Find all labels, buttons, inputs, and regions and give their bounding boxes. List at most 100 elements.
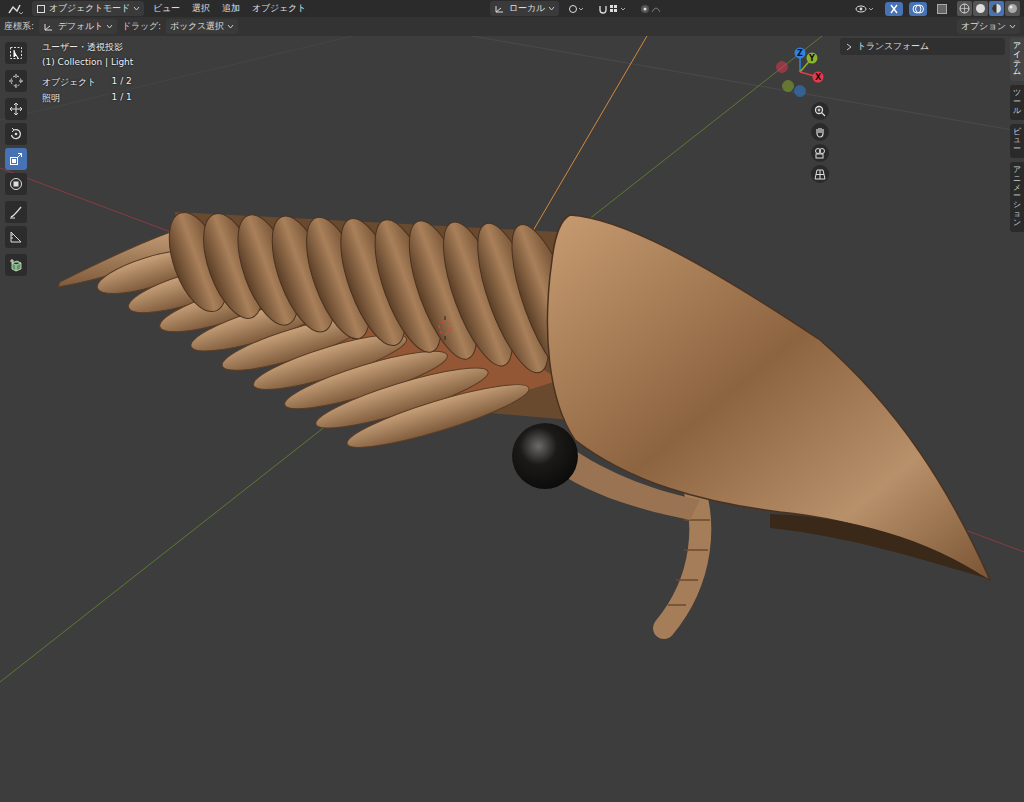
collapsed-icon: [845, 43, 853, 51]
ortho-button[interactable]: [811, 165, 829, 183]
tool-button[interactable]: [5, 123, 27, 145]
chevron-icon: [133, 6, 140, 11]
tool-button[interactable]: [5, 98, 27, 120]
proportional-button[interactable]: [637, 3, 671, 15]
transform-icon: [9, 177, 23, 191]
gizmo-axis[interactable]: Z: [795, 48, 806, 59]
sidebar-tabs: アイテムツールビューアニメーション: [1010, 38, 1024, 232]
viewport-info: ユーザー・透視投影 (1) Collection | Light オブジェクト …: [42, 41, 133, 105]
object-mode-icon: [36, 4, 46, 14]
tool-button[interactable]: [5, 226, 27, 248]
sidebar-tab[interactable]: アイテム: [1010, 38, 1024, 81]
sidebar-tab[interactable]: アニメーション: [1010, 162, 1024, 232]
overlay-icon: [912, 3, 924, 15]
camera-icon: [814, 147, 826, 159]
hand-icon: [814, 126, 826, 138]
stat-value: 1 / 1: [112, 92, 134, 105]
orientation-dropdown[interactable]: ローカル: [490, 1, 559, 16]
view-name: ユーザー・透視投影: [42, 41, 133, 54]
material-shading-icon: [991, 3, 1002, 14]
drag-label: ドラッグ:: [122, 20, 161, 33]
camera-button[interactable]: [811, 144, 829, 162]
orientation-setting-dropdown[interactable]: デフォルト: [39, 19, 117, 34]
menu-item[interactable]: 選択: [189, 2, 213, 15]
stat-value: 1 / 2: [112, 76, 134, 89]
pivot-icon: [568, 4, 586, 14]
tool-settings-bar: 座標系: デフォルト ドラッグ: ボックス選択 オプション: [0, 17, 1024, 36]
svg-text:Z: Z: [797, 49, 803, 58]
selectability-button[interactable]: [851, 3, 879, 15]
rendered-shading-icon: [1007, 3, 1018, 14]
cursor-icon: [9, 74, 23, 88]
svg-text:X: X: [815, 73, 822, 82]
chevron-icon: [106, 24, 113, 29]
orientation-label: 座標系:: [4, 20, 34, 33]
menu-item[interactable]: オブジェクト: [249, 2, 309, 15]
drag-dropdown[interactable]: ボックス選択: [166, 19, 238, 34]
chevron-icon: [548, 6, 555, 11]
3d-viewport[interactable]: ユーザー・透視投影 (1) Collection | Light オブジェクト …: [0, 36, 1024, 802]
shading-group: [957, 1, 1020, 16]
sidebar-tab[interactable]: ツール: [1010, 85, 1024, 119]
gizmo-axis[interactable]: Y: [807, 53, 818, 64]
rotate-icon: [9, 127, 23, 141]
gizmo-axis[interactable]: X: [813, 72, 824, 83]
measure-icon: [9, 230, 23, 244]
blender-window: オブジェクトモード ビュー選択追加オブジェクト ローカル 座標系: デフォルト …: [0, 0, 1024, 802]
stat-label: オブジェクト: [42, 76, 98, 89]
tool-button[interactable]: [5, 42, 27, 64]
stat-label: 照明: [42, 92, 98, 105]
tool-button[interactable]: [5, 148, 27, 170]
tool-button[interactable]: [5, 201, 27, 223]
shading-button[interactable]: [973, 1, 988, 16]
chevron-icon: [1009, 24, 1016, 29]
select-icon: [9, 46, 23, 60]
pan-button[interactable]: [811, 123, 829, 141]
svg-text:Y: Y: [808, 54, 815, 63]
menu-item[interactable]: 追加: [219, 2, 243, 15]
tool-button[interactable]: [5, 173, 27, 195]
shading-button[interactable]: [989, 1, 1004, 16]
navigation-buttons: [811, 102, 829, 183]
grid-icon: [814, 168, 826, 180]
toolbar: [5, 42, 27, 276]
proportional-icon: [640, 4, 668, 14]
zoom-button[interactable]: [811, 102, 829, 120]
navigation-gizmo[interactable]: ZY X: [770, 40, 830, 100]
options-dropdown[interactable]: オプション: [957, 19, 1020, 34]
shading-button[interactable]: [957, 1, 972, 16]
gizmo-icon: [888, 3, 900, 15]
zoom-icon: [814, 105, 826, 117]
menu-item[interactable]: ビュー: [150, 2, 183, 15]
move-icon: [9, 102, 23, 116]
scene-stats: オブジェクト 1 / 2 照明 1 / 1: [42, 76, 133, 105]
mode-dropdown[interactable]: オブジェクトモード: [32, 1, 144, 16]
shading-button[interactable]: [1005, 1, 1020, 16]
orientation-icon: [43, 22, 55, 32]
pivot-button[interactable]: [565, 3, 589, 15]
gizmo-toggle[interactable]: [885, 2, 903, 16]
annotate-icon: [9, 205, 23, 219]
snap-button[interactable]: [595, 3, 631, 15]
eye-cursor-icon: [854, 4, 876, 14]
editor-type-icon: [7, 3, 23, 15]
collection-name: (1) Collection | Light: [42, 57, 133, 67]
transform-panel-header[interactable]: トランスフォーム: [840, 38, 1005, 55]
xray-icon: [936, 3, 948, 15]
orientation-icon: [494, 4, 506, 14]
editor-type-button[interactable]: [4, 2, 26, 16]
tool-button[interactable]: [5, 254, 27, 276]
creature-model[interactable]: [58, 205, 990, 628]
tool-button[interactable]: [5, 70, 27, 92]
add-cube-icon: [9, 258, 23, 272]
solid-shading-icon: [975, 3, 986, 14]
sidebar-tab[interactable]: ビュー: [1010, 124, 1024, 158]
overlay-toggle[interactable]: [909, 2, 927, 16]
viewport-header: オブジェクトモード ビュー選択追加オブジェクト ローカル: [0, 0, 1024, 17]
snap-icon: [598, 4, 628, 14]
chevron-icon: [227, 24, 234, 29]
wireframe-shading-icon: [959, 3, 970, 14]
xray-toggle[interactable]: [933, 2, 951, 16]
scale-icon: [9, 152, 23, 166]
scene-canvas: [0, 36, 1024, 802]
